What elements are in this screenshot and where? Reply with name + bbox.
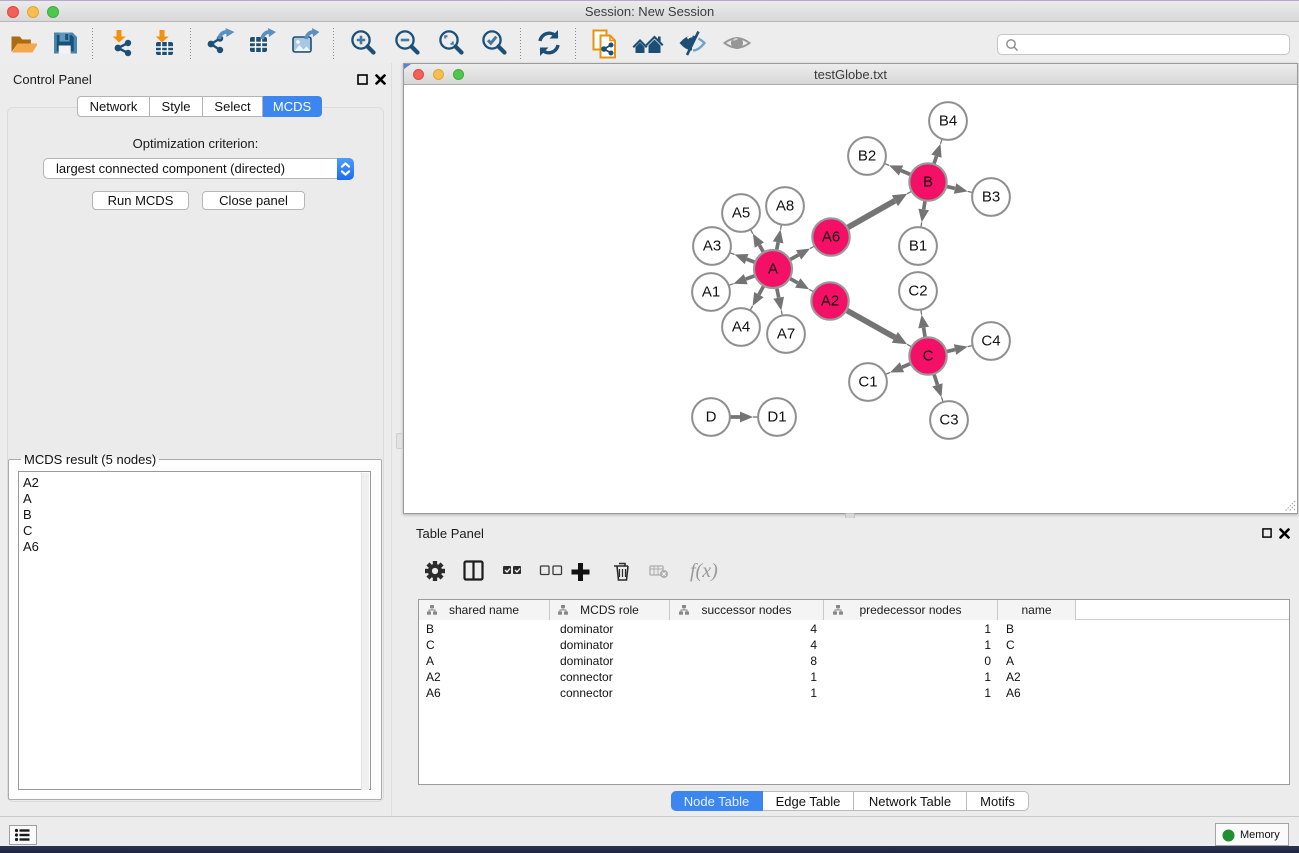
svg-text:D: D — [706, 409, 717, 426]
svg-text:A2: A2 — [821, 293, 839, 310]
svg-text:B: B — [923, 174, 933, 191]
svg-text:A4: A4 — [732, 319, 750, 336]
svg-text:B4: B4 — [939, 113, 957, 130]
svg-text:f(x): f(x) — [690, 560, 718, 582]
svg-text:A1: A1 — [702, 284, 720, 301]
svg-text:A3: A3 — [703, 238, 721, 255]
svg-text:C3: C3 — [939, 412, 958, 429]
svg-text:C: C — [923, 348, 934, 365]
svg-text:D1: D1 — [767, 409, 786, 426]
svg-text:B2: B2 — [858, 148, 876, 165]
svg-text:A8: A8 — [776, 198, 794, 215]
svg-text:C2: C2 — [908, 283, 927, 300]
svg-text:A6: A6 — [822, 229, 840, 246]
svg-text:B1: B1 — [909, 238, 927, 255]
svg-text:A5: A5 — [732, 205, 750, 222]
svg-text:A: A — [768, 261, 778, 278]
svg-text:C1: C1 — [858, 374, 877, 391]
svg-text:C4: C4 — [981, 333, 1000, 350]
svg-text:B3: B3 — [982, 189, 1000, 206]
svg-text:A7: A7 — [777, 326, 795, 343]
